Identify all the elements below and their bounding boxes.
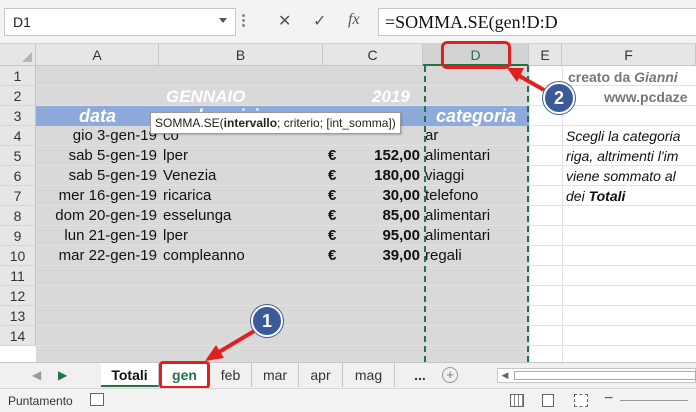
cell-category[interactable]: telefono [425,186,478,206]
tab-apr[interactable]: apr [299,363,343,387]
cell-category[interactable]: alimentari [425,206,490,226]
row-header[interactable]: 14 [0,326,36,346]
worksheet-grid: A B C D E F 1 2 3 4 5 6 7 8 9 10 11 12 1… [0,44,696,362]
name-box-value: D1 [13,14,31,30]
callout-badge-1: 1 [251,305,283,337]
normal-view-icon[interactable] [510,394,524,407]
row-header[interactable]: 9 [0,226,36,246]
callout-badge-2: 2 [543,82,575,114]
cell-date[interactable]: dom 20-gen-19 [36,206,157,226]
column-header-d[interactable]: D [423,44,529,66]
cell-description[interactable]: esselunga [163,206,231,226]
row-header[interactable]: 6 [0,166,36,186]
row-header[interactable]: 3 [0,106,36,126]
row-header[interactable]: 7 [0,186,36,206]
cell-date[interactable]: sab 5-gen-19 [36,146,157,166]
cell-description[interactable]: Venezia [163,166,216,186]
scroll-tabs-left-icon[interactable]: ◀ [32,368,41,382]
cell-description[interactable]: compleanno [163,246,245,266]
cell-description[interactable]: ricarica [163,186,211,206]
cell-category[interactable]: alimentari [425,226,490,246]
cell-amount[interactable]: 180,00 [336,166,420,186]
formula-bar: D1 ✕ ✓ fx =SOMMA.SE(gen!D:D [0,0,696,44]
cell-date[interactable]: mar 22-gen-19 [36,246,157,266]
macro-record-icon[interactable] [90,393,104,406]
cell-category[interactable]: regali [425,246,462,266]
page-layout-icon[interactable] [542,394,554,407]
row-header[interactable]: 8 [0,206,36,226]
tabs-overflow[interactable]: ... [405,363,435,387]
cell-amount[interactable]: 39,00 [336,246,420,266]
credit-line-1: creato da Gianni [568,69,678,85]
cell-date[interactable]: sab 5-gen-19 [36,166,157,186]
column-header-b[interactable]: B [159,44,323,66]
tab-totali[interactable]: Totali [101,363,159,387]
cell-category[interactable]: ar [425,126,438,146]
cell-amount[interactable]: 85,00 [336,206,420,226]
cell-description[interactable]: lper [163,146,188,166]
month-title: GENNAIO [166,87,246,106]
add-sheet-icon[interactable]: + [442,367,458,383]
zoom-out-icon[interactable]: − [604,390,613,408]
cell-date[interactable]: lun 21-gen-19 [36,226,157,246]
status-bar: Puntamento − [0,388,696,412]
horizontal-scrollbar[interactable]: ◀ [497,368,696,383]
column-header-a[interactable]: A [36,44,159,66]
function-tooltip: SOMMA.SE(intervallo; criterio; [int_somm… [150,112,401,134]
credit-line-2: www.pcdaze [604,89,688,105]
tab-mag[interactable]: mag [343,363,395,387]
cell-description[interactable]: lper [163,226,188,246]
status-mode: Puntamento [8,394,73,408]
formula-bar-grip-icon[interactable] [242,12,246,32]
scroll-left-icon[interactable]: ◀ [498,369,512,382]
column-header-c[interactable]: C [323,44,423,66]
cell-category[interactable]: viaggi [425,166,464,186]
column-header-e[interactable]: E [529,44,562,66]
tab-gen[interactable]: gen [159,361,210,389]
header-data: data [78,106,116,126]
cell-date[interactable]: mer 16-gen-19 [36,186,157,206]
row-header[interactable]: 1 [0,66,36,86]
cell-area[interactable]: GENNAIO 2019 data descrizione euro categ… [36,66,696,362]
sheet-tab-bar: ◀ ▶ Totali gen feb mar apr mag ... + ◀ [0,361,696,389]
note-line-4: dei Totali [566,188,626,204]
row-header[interactable]: 12 [0,286,36,306]
tab-feb[interactable]: feb [210,363,252,387]
chevron-down-icon[interactable] [219,18,227,23]
note-line-1: Scegli la categoria [566,128,681,144]
cell-amount[interactable]: 152,00 [336,146,420,166]
note-line-3: viene sommato al [566,168,676,184]
row-header[interactable]: 10 [0,246,36,266]
row-header[interactable]: 11 [0,266,36,286]
note-line-2: riga, altrimenti l'im [566,148,679,164]
select-all-corner[interactable] [0,44,36,66]
column-header-f[interactable]: F [562,44,696,66]
header-categoria: categoria [435,106,517,126]
insert-function-icon[interactable]: fx [348,11,360,29]
row-header[interactable]: 13 [0,306,36,326]
row-header[interactable]: 5 [0,146,36,166]
cell-amount[interactable]: 95,00 [336,226,420,246]
cell-category[interactable]: alimentari [425,146,490,166]
row-header[interactable]: 2 [0,86,36,106]
tab-mar[interactable]: mar [252,363,299,387]
formula-input[interactable]: =SOMMA.SE(gen!D:D [378,8,696,36]
year-title: 2019 [372,87,410,106]
scroll-tabs-right-icon[interactable]: ▶ [58,368,67,382]
page-break-preview-icon[interactable] [574,394,588,407]
cancel-icon[interactable]: ✕ [278,11,291,31]
cell-amount[interactable]: 30,00 [336,186,420,206]
zoom-slider[interactable] [620,400,688,401]
cell-date[interactable]: gio 3-gen-19 [36,126,157,146]
scrollbar-thumb[interactable] [514,371,696,380]
name-box[interactable]: D1 [4,8,236,36]
row-header[interactable]: 4 [0,126,36,146]
enter-icon[interactable]: ✓ [313,11,326,31]
